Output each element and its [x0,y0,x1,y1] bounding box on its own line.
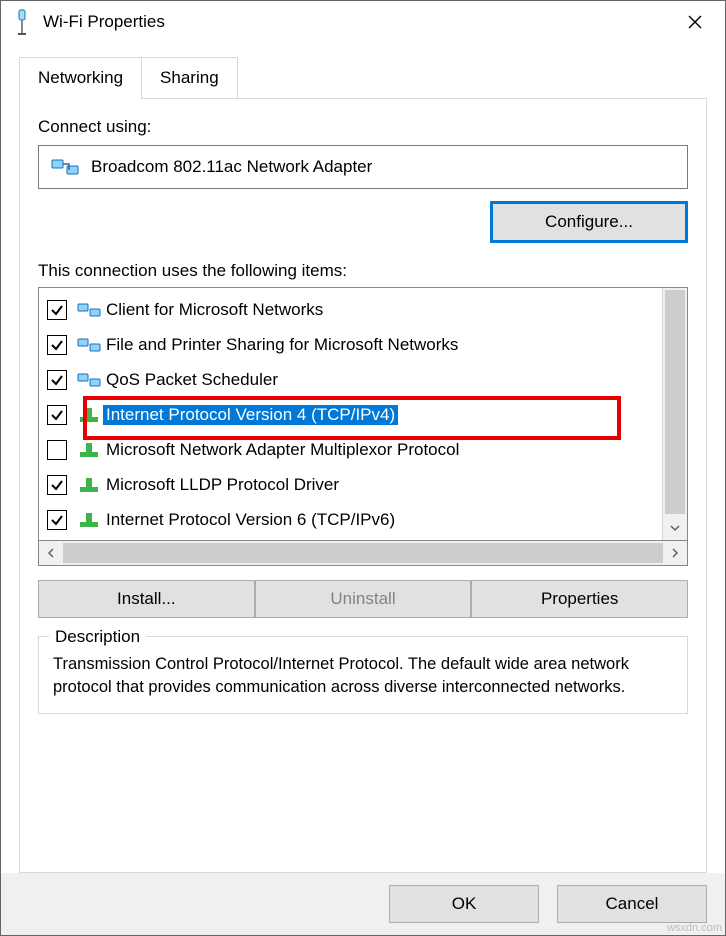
items-label: This connection uses the following items… [38,261,688,281]
ok-button[interactable]: OK [389,885,539,923]
wifi-icon [11,8,33,36]
tab-networking[interactable]: Networking [19,57,142,98]
horizontal-scrollbar[interactable] [38,541,688,566]
list-item[interactable]: Internet Protocol Version 4 (TCP/IPv4) [39,397,662,432]
scroll-right-icon[interactable] [663,541,687,565]
adapter-field[interactable]: Broadcom 802.11ac Network Adapter [38,145,688,189]
list-item[interactable]: QoS Packet Scheduler [39,362,662,397]
tab-strip: Networking Sharing [19,57,707,98]
network-client-icon [77,336,101,354]
checkbox[interactable] [47,440,67,460]
list-item[interactable]: Internet Protocol Version 6 (TCP/IPv6) [39,502,662,537]
install-button[interactable]: Install... [38,580,255,618]
description-heading: Description [49,625,146,648]
titlebar: Wi-Fi Properties [1,1,725,43]
scroll-left-icon[interactable] [39,541,63,565]
list-item-label: Internet Protocol Version 6 (TCP/IPv6) [103,510,398,530]
configure-button[interactable]: Configure... [490,201,688,243]
list-item-label: QoS Packet Scheduler [103,370,281,390]
vertical-scrollbar[interactable] [662,288,687,540]
checkbox[interactable] [47,475,67,495]
network-protocol-icon [77,511,101,529]
close-button[interactable] [671,2,719,42]
scrollbar-thumb[interactable] [63,543,663,563]
network-client-icon [77,301,101,319]
list-item[interactable]: File and Printer Sharing for Microsoft N… [39,327,662,362]
list-item[interactable]: Client for Microsoft Networks [39,292,662,327]
network-adapter-icon [51,156,79,178]
list-item[interactable]: Microsoft Network Adapter Multiplexor Pr… [39,432,662,467]
connection-items-list[interactable]: Client for Microsoft Networks File and Pr… [38,287,688,541]
scrollbar-thumb[interactable] [665,290,685,514]
network-protocol-icon [77,476,101,494]
list-item-label: Microsoft LLDP Protocol Driver [103,475,342,495]
tab-sharing[interactable]: Sharing [141,57,238,98]
wifi-properties-dialog: Wi-Fi Properties Networking Sharing Conn… [0,0,726,936]
scroll-down-icon[interactable] [663,516,687,540]
networking-panel: Connect using: Broadcom 802.11ac Network… [19,98,707,873]
window-title: Wi-Fi Properties [43,12,671,32]
checkbox[interactable] [47,510,67,530]
properties-button[interactable]: Properties [471,580,688,618]
watermark: wsxdn.com [667,922,722,934]
checkbox[interactable] [47,300,67,320]
description-text: Transmission Control Protocol/Internet P… [53,655,629,696]
connect-using-label: Connect using: [38,117,688,137]
network-client-icon [77,371,101,389]
list-item-label: Microsoft Network Adapter Multiplexor Pr… [103,440,462,460]
list-item-label: File and Printer Sharing for Microsoft N… [103,335,461,355]
list-item[interactable]: Microsoft LLDP Protocol Driver [39,467,662,502]
cancel-button[interactable]: Cancel [557,885,707,923]
uninstall-button[interactable]: Uninstall [255,580,472,618]
list-item-label: Internet Protocol Version 4 (TCP/IPv4) [103,405,398,425]
list-item-label: Client for Microsoft Networks [103,300,326,320]
network-protocol-icon [77,406,101,424]
checkbox[interactable] [47,405,67,425]
checkbox[interactable] [47,370,67,390]
adapter-name: Broadcom 802.11ac Network Adapter [91,157,372,177]
dialog-footer: OK Cancel [1,873,725,935]
network-protocol-icon [77,441,101,459]
checkbox[interactable] [47,335,67,355]
description-group: Description Transmission Control Protoco… [38,636,688,714]
